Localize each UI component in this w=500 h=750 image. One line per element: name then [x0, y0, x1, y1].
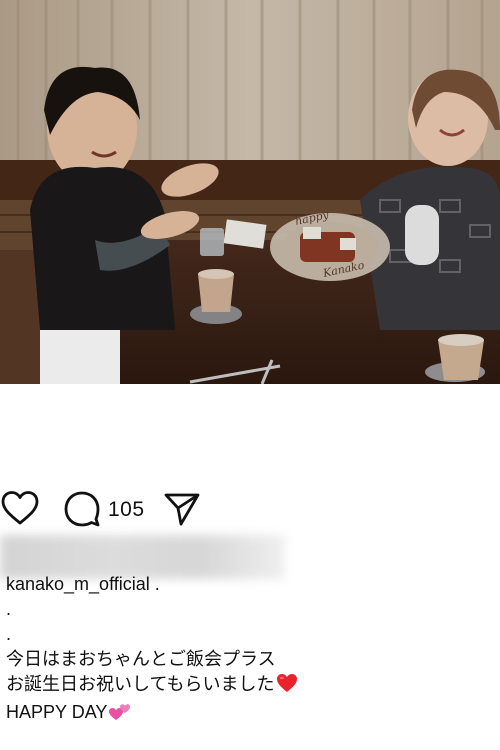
share-button[interactable]	[163, 491, 201, 534]
caption-line-dot-2: .	[6, 624, 12, 644]
like-button[interactable]	[0, 490, 40, 533]
comment-count: 105	[108, 498, 145, 521]
two-pink-hearts-emoji	[108, 701, 132, 728]
post-photo[interactable]: happy Kanako	[0, 0, 500, 384]
caption-username[interactable]: kanako_m_official .	[6, 574, 160, 594]
caption-line-3: HAPPY DAY	[6, 700, 496, 728]
paper-plane-icon	[164, 493, 200, 526]
comment-button[interactable]	[63, 490, 101, 533]
red-heart-emoji	[276, 673, 298, 700]
caption-line-1: 今日はまおちゃんとご飯会プラス	[6, 649, 276, 669]
caption-line-3-text: HAPPY DAY	[6, 702, 108, 722]
caption-line-dot-1: .	[6, 599, 12, 619]
post-action-bar: 105	[0, 488, 500, 532]
heart-outline-icon	[1, 491, 39, 525]
caption-line-2: お誕生日お祝いしてもらいました	[6, 672, 496, 700]
comment-bubble-icon	[64, 491, 100, 527]
post-caption: kanako_m_official . . . 今日はまおちゃんとご飯会プラス …	[6, 572, 496, 728]
caption-line-2-text: お誕生日お祝いしてもらいました	[6, 674, 275, 694]
